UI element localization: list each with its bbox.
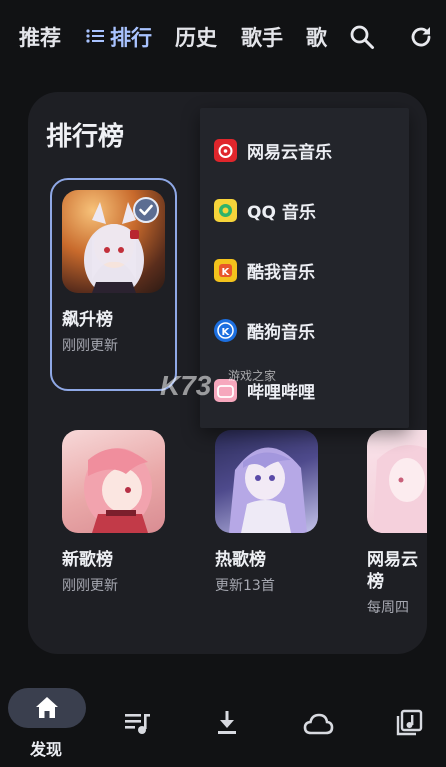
library-icon[interactable] [394,708,424,738]
menu-item-label: 哔哩哔哩 [247,382,315,403]
menu-item-netease[interactable]: 网易云音乐 [214,137,332,163]
qq-music-icon [214,198,237,222]
chart-updated: 刚刚更新 [62,338,118,354]
chart-name-line2: 榜 [367,572,384,592]
tab-singers[interactable]: 歌手 [241,22,283,52]
chart-name: 新歌榜 [62,550,113,570]
search-icon[interactable] [349,24,375,50]
nav-label-discover: 发现 [30,740,63,759]
playlist-icon[interactable] [123,710,153,740]
chart-cover [367,430,427,533]
chart-cover [62,190,165,293]
chart-item-netease[interactable]: 网易云 榜 每周四 [367,430,427,617]
chart-name: 飙升榜 [62,310,113,330]
chart-updated: 刚刚更新 [62,578,118,594]
chart-item-new[interactable]: 新歌榜 刚刚更新 [62,430,189,595]
anime-girl-art [84,448,152,533]
home-icon[interactable] [32,693,62,723]
tab-clipped[interactable]: 歌 [300,22,336,52]
check-icon [139,204,153,216]
menu-item-bilibili[interactable]: 哔哩哔哩 [214,377,315,403]
chart-name: 网易云 榜 [367,549,427,593]
bottom-navigation: 发现 [0,672,446,767]
menu-item-label: QQ 音乐 [247,202,316,223]
netease-music-icon [214,138,237,162]
chart-name: 热歌榜 [215,550,266,570]
list-icon [86,29,104,43]
anime-girl-art [373,445,427,533]
music-source-menu: 网易云音乐 QQ 音乐 K 酷我音乐 K 酷狗音乐 哔哩哔哩 [200,108,409,428]
tab-recommend[interactable]: 推荐 [19,22,61,52]
chart-item-soaring[interactable]: 飙升榜 刚刚更新 [62,190,189,355]
chart-cover [62,430,165,533]
bilibili-icon [214,378,237,402]
chart-cover [215,430,318,533]
download-icon[interactable] [212,708,242,738]
kuwo-music-icon: K [214,258,237,282]
anime-girl-art [229,447,307,533]
chart-updated: 每周四 [367,600,409,616]
menu-item-label: 网易云音乐 [247,142,332,163]
tab-clipped-label: 歌 [306,26,327,50]
card-title: 排行榜 [46,122,125,152]
menu-item-label: 酷我音乐 [247,262,315,283]
chart-item-hot[interactable]: 热歌榜 更新13首 [215,430,342,595]
svg-text:K: K [222,267,231,278]
tab-ranking[interactable]: 排行 [86,22,152,52]
chart-updated: 更新13首 [215,578,275,594]
menu-item-kuwo[interactable]: K 酷我音乐 [214,257,315,283]
svg-text:K: K [222,327,231,338]
menu-item-label: 酷狗音乐 [247,322,315,343]
kugou-music-icon: K [214,318,237,342]
tab-ranking-label: 排行 [110,26,152,50]
menu-item-qq[interactable]: QQ 音乐 [214,197,316,223]
chart-name-line1: 网易云 [367,550,418,570]
refresh-icon[interactable] [408,24,434,50]
cloud-icon[interactable] [302,710,334,740]
top-tab-bar: 推荐 排行 历史 歌手 歌 [0,0,446,76]
menu-item-kugou[interactable]: K 酷狗音乐 [214,317,315,343]
tab-history[interactable]: 历史 [175,22,217,52]
check-badge [133,197,159,223]
